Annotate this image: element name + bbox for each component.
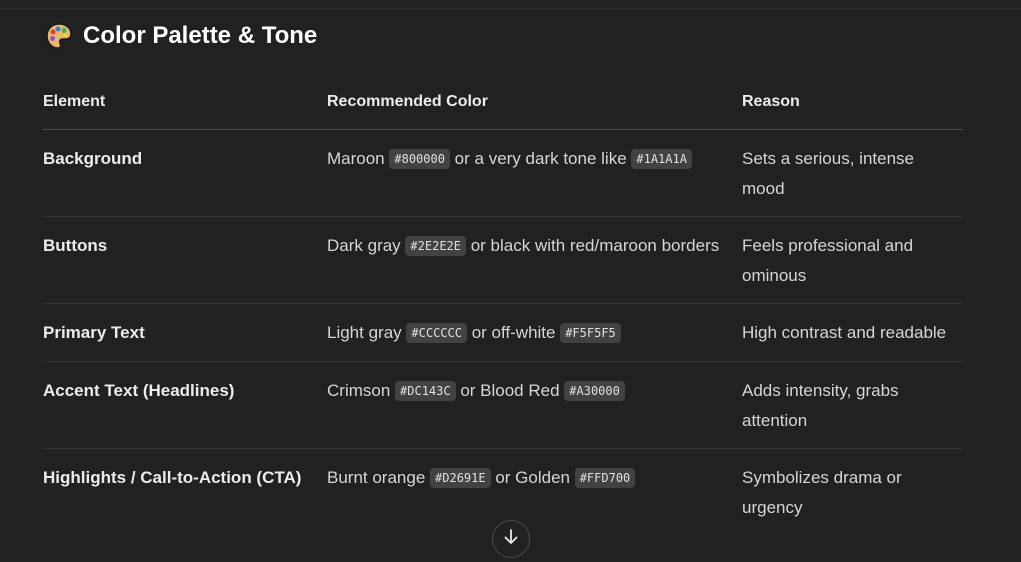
table-row: Background Maroon #800000 or a very dark… [43, 129, 963, 217]
section-title: Color Palette & Tone [83, 22, 318, 49]
hex-code: #1A1A1A [631, 149, 692, 169]
reason-cell: Feels professional and ominous [742, 216, 963, 304]
table-row: Accent Text (Headlines) Crimson #DC143C … [43, 361, 963, 449]
arrow-down-icon [502, 528, 520, 551]
reason-cell: Sets a serious, intense mood [742, 129, 963, 217]
color-text: Dark gray [327, 236, 406, 255]
table-row: Buttons Dark gray #2E2E2E or black with … [43, 216, 963, 304]
table-header-row: Element Recommended Color Reason [43, 80, 963, 130]
recommended-color-cell: Light gray #CCCCCC or off-white #F5F5F5 [327, 303, 742, 362]
column-header-reason: Reason [742, 80, 963, 130]
reason-cell: Adds intensity, grabs attention [742, 361, 963, 449]
hex-code: #D2691E [430, 468, 491, 488]
section-heading: Color Palette & Tone [45, 22, 317, 50]
hex-code: #FFD700 [574, 468, 636, 488]
hex-code: #800000 [389, 149, 450, 169]
recommended-color-cell: Burnt orange #D2691E or Golden #FFD700 [327, 449, 742, 536]
color-text: or black with red/maroon borders [466, 236, 720, 255]
hex-code: #CCCCCC [406, 323, 467, 343]
color-text: or off-white [466, 323, 561, 342]
color-text: or Golden [490, 468, 575, 487]
recommended-color-cell: Dark gray #2E2E2E or black with red/maro… [327, 216, 742, 304]
hex-code: #2E2E2E [405, 236, 466, 256]
hex-code: #A30000 [564, 381, 625, 401]
scroll-to-bottom-button[interactable] [492, 520, 530, 558]
artist-palette-icon [45, 22, 73, 50]
column-header-recommended-color: Recommended Color [327, 80, 742, 130]
top-divider [0, 8, 1021, 9]
hex-code: #DC143C [395, 381, 456, 401]
recommended-color-cell: Crimson #DC143C or Blood Red #A30000 [327, 361, 742, 449]
reason-cell: Symbolizes drama or urgency [742, 468, 902, 517]
color-text: Crimson [327, 381, 396, 400]
color-text: Maroon [327, 149, 390, 168]
reason-cell: High contrast and readable [742, 303, 963, 362]
table-row: Primary Text Light gray #CCCCCC or off-w… [43, 303, 963, 362]
recommended-color-cell: Maroon #800000 or a very dark tone like … [327, 129, 742, 217]
color-text: or a very dark tone like [449, 149, 632, 168]
color-text: Light gray [327, 323, 407, 342]
hex-code: #F5F5F5 [560, 323, 621, 343]
element-cell: Primary Text [43, 303, 327, 362]
element-cell: Accent Text (Headlines) [43, 361, 327, 449]
color-palette-table: Element Recommended Color Reason Backgro… [43, 80, 963, 535]
column-header-element: Element [43, 80, 327, 130]
element-cell: Buttons [43, 216, 327, 304]
color-text: or Blood Red [455, 381, 565, 400]
color-text: Burnt orange [327, 468, 431, 487]
element-cell: Highlights / Call-to-Action (CTA) [43, 468, 302, 487]
element-cell: Background [43, 129, 327, 217]
